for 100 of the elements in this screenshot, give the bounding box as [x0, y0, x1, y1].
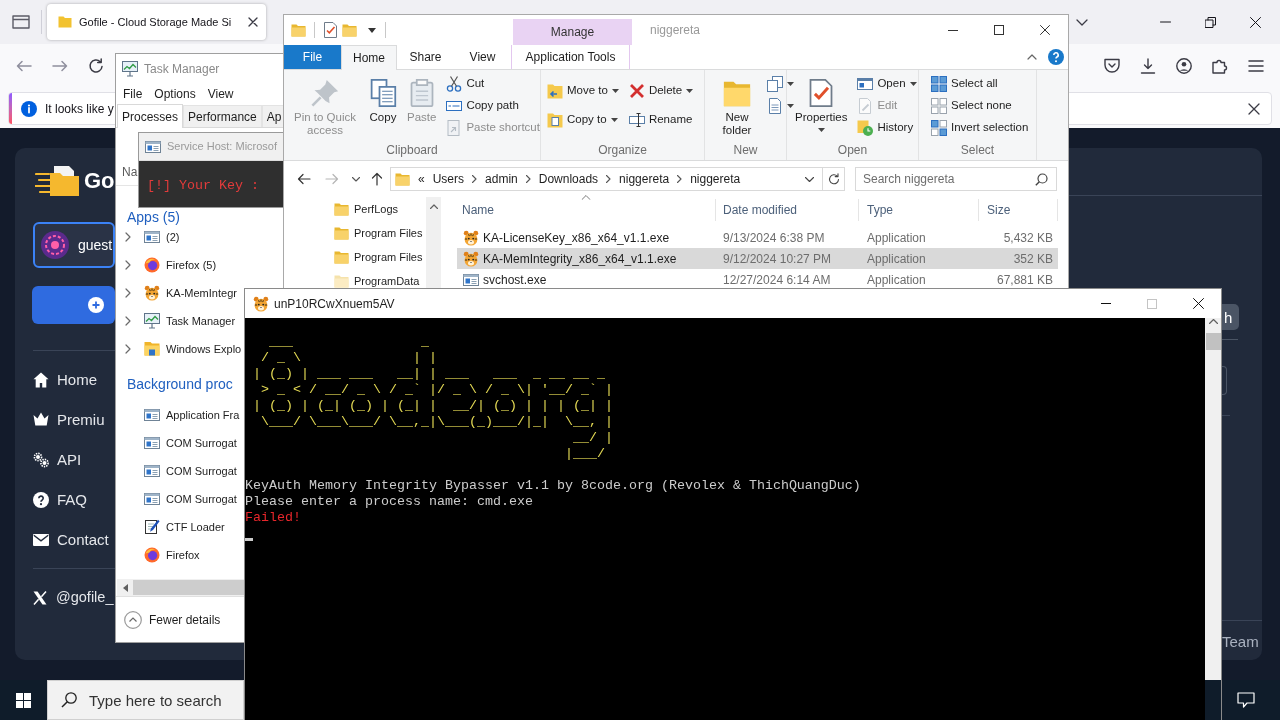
search-field[interactable]: Type here to search [47, 680, 244, 720]
search-field[interactable]: Search niggereta [855, 167, 1057, 191]
chevron-down-icon[interactable] [1076, 18, 1088, 26]
ribbon-button[interactable]: Delete [626, 79, 696, 103]
add-button[interactable] [32, 286, 115, 324]
column-header[interactable]: Name [457, 199, 716, 221]
fewer-details-link[interactable]: Fewer details [124, 610, 221, 629]
chevron-down-icon[interactable] [805, 176, 814, 182]
ribbon-button[interactable]: New folder [715, 70, 759, 143]
social-link[interactable]: @gofile_ [33, 578, 115, 618]
scroll-left-icon[interactable] [122, 583, 128, 592]
windows-logo-icon[interactable] [16, 692, 31, 708]
breadcrumb[interactable]: Users [432, 170, 465, 188]
file-row[interactable]: KA-MemIntegrity_x86_x64_v1.1.exe 9/12/2024 10:27 PM Application 352 KB [457, 248, 1058, 269]
menu-icon[interactable] [1248, 60, 1264, 72]
notification-bubble-icon[interactable] [1237, 692, 1255, 708]
nav-link[interactable]: FAQ [33, 480, 115, 520]
tree-item[interactable]: Program Files [334, 221, 426, 245]
tree-item[interactable]: ProgramData [334, 269, 426, 288]
column-header[interactable]: Size [979, 199, 1058, 221]
ribbon-button[interactable]: Cut [444, 73, 542, 95]
ribbon-tab[interactable]: View [454, 45, 511, 69]
ribbon-button[interactable]: Select all [929, 73, 1031, 95]
ribbon-button[interactable]: Rename [626, 108, 696, 132]
scrollbar-thumb[interactable] [133, 580, 244, 595]
close-icon[interactable] [1040, 25, 1050, 35]
column-header[interactable]: Na [122, 163, 138, 181]
chevron-right-icon[interactable] [472, 175, 478, 183]
nav-link[interactable]: Home [33, 360, 115, 400]
folder-icon [334, 274, 349, 288]
chevron-icon[interactable] [124, 288, 132, 298]
file-row[interactable]: KA-LicenseKey_x86_x64_v1.1.exe 9/13/2024 6:38 PM Application 5,432 KB [457, 227, 1058, 248]
ribbon-button[interactable]: Copy [367, 70, 399, 143]
input-field[interactable] [1222, 366, 1227, 395]
chevron-icon[interactable] [124, 316, 132, 326]
scrollbar-thumb[interactable] [1205, 333, 1221, 350]
ribbon-button[interactable]: History [855, 117, 919, 139]
breadcrumb[interactable]: Downloads [538, 170, 599, 188]
close-icon[interactable] [248, 17, 258, 27]
breadcrumb[interactable]: niggereta [619, 170, 670, 188]
nav-link[interactable]: Contact [33, 520, 115, 560]
breadcrumb-overflow[interactable]: « [418, 170, 425, 188]
shield-icon[interactable] [1104, 58, 1120, 74]
column-header[interactable]: Date modified [716, 199, 859, 221]
tab-list-icon[interactable] [11, 15, 30, 29]
close-icon[interactable] [1248, 102, 1260, 115]
tab[interactable]: Performance [183, 105, 262, 127]
menu-item[interactable]: File [123, 84, 143, 103]
checklist-icon[interactable] [324, 22, 337, 38]
ribbon-button[interactable]: Properties [793, 70, 850, 143]
help-icon[interactable] [1048, 49, 1064, 65]
chevron-icon[interactable] [124, 344, 132, 354]
close-icon[interactable] [1250, 16, 1261, 28]
file-row[interactable]: svchost.exe 12/27/2024 6:14 AM Application 67,881 KB [457, 269, 1058, 288]
browser-tab[interactable]: Gofile - Cloud Storage Made Si [47, 4, 266, 40]
scroll-up-icon[interactable] [429, 204, 438, 209]
minimize-icon[interactable] [948, 29, 958, 31]
back-icon[interactable] [297, 173, 311, 185]
forward-icon[interactable] [52, 60, 68, 72]
column-header[interactable]: Type [859, 199, 979, 221]
menu-item[interactable]: View [207, 84, 234, 103]
reload-icon[interactable] [88, 58, 104, 74]
tree-item[interactable]: PerfLogs [334, 197, 426, 221]
ribbon-tab[interactable]: Application Tools [511, 45, 630, 69]
restore-icon[interactable] [1205, 16, 1216, 28]
ribbon-tab[interactable]: File [284, 45, 341, 69]
nav-link[interactable]: API [33, 440, 115, 480]
maximize-icon[interactable] [994, 25, 1004, 35]
account-chip[interactable]: guest [33, 222, 115, 268]
ribbon-button[interactable]: Invert selection [929, 117, 1031, 139]
close-icon[interactable] [1192, 298, 1204, 309]
chevron-right-icon[interactable] [606, 175, 612, 183]
chevron-down-icon[interactable] [352, 176, 360, 182]
breadcrumb[interactable]: admin [485, 170, 518, 188]
breadcrumb[interactable]: niggereta [690, 170, 741, 188]
chevron-right-icon[interactable] [677, 175, 683, 183]
download-icon[interactable] [1140, 58, 1156, 74]
scroll-up-icon[interactable] [1208, 319, 1218, 324]
ribbon-button[interactable]: Copy path [444, 95, 542, 117]
ribbon-button[interactable]: Move to [545, 79, 621, 103]
ribbon-button[interactable] [765, 73, 796, 95]
tab[interactable]: Processes [117, 104, 184, 128]
action-button[interactable]: h [1222, 304, 1239, 330]
account-icon[interactable] [1176, 58, 1192, 74]
nav-link[interactable]: Premiu [33, 400, 115, 440]
ribbon-button[interactable]: Copy to [545, 108, 621, 132]
puzzle-icon[interactable] [1212, 58, 1228, 74]
chevron-right-icon[interactable] [525, 175, 531, 183]
ribbon-button[interactable]: Open [855, 73, 919, 95]
caret-icon[interactable] [368, 27, 376, 33]
up-arrow-icon[interactable] [371, 172, 383, 186]
chevron-icon[interactable] [124, 232, 132, 242]
collapse-caret-icon[interactable] [1027, 54, 1037, 60]
tree-item[interactable]: Program Files [334, 245, 426, 269]
ribbon-button[interactable]: Select none [929, 95, 1031, 117]
ribbon-tab[interactable]: Home [341, 45, 397, 70]
chevron-icon[interactable] [124, 260, 132, 270]
refresh-button[interactable] [823, 167, 845, 191]
ribbon-tab[interactable]: Share [397, 45, 454, 69]
menu-item[interactable]: Options [154, 84, 196, 103]
